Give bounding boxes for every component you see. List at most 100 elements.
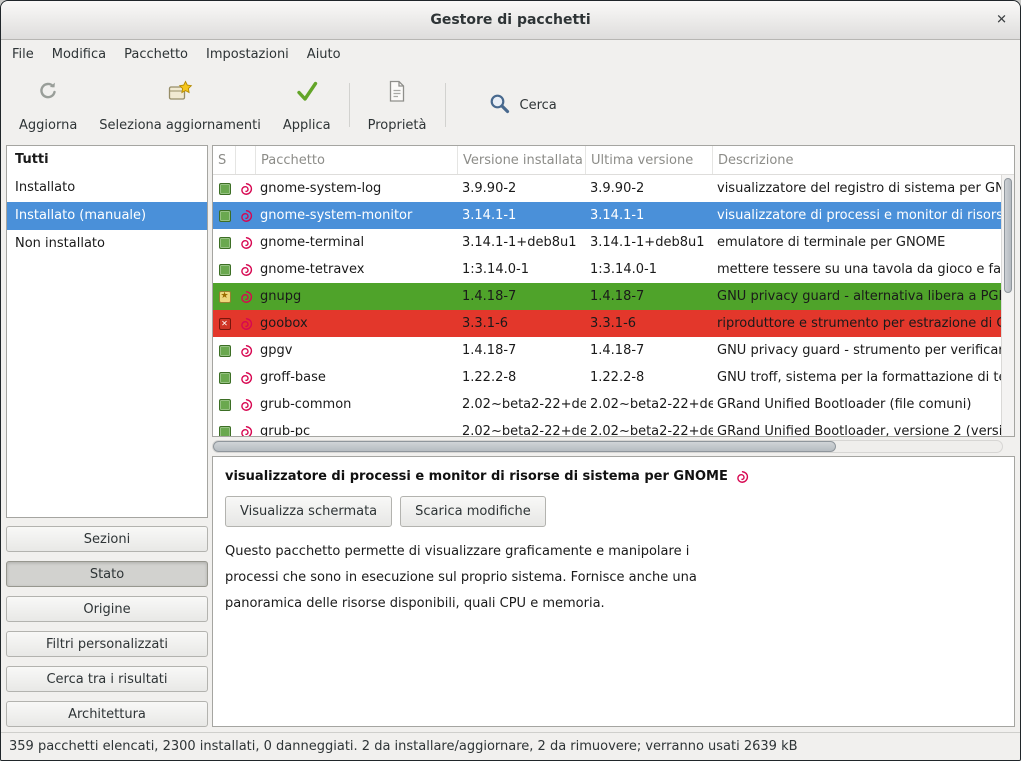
supported-cell <box>236 391 256 418</box>
toolbar-separator <box>349 83 350 127</box>
supported-cell <box>236 283 256 310</box>
filter-item-installato[interactable]: Installato <box>7 174 207 202</box>
status-cell <box>213 202 236 229</box>
table-row-gnome-system-log[interactable]: gnome-system-log3.9.90-23.9.90-2visualiz… <box>213 175 1001 202</box>
horizontal-scrollbar-thumb[interactable] <box>213 441 836 452</box>
table-row-gnupg[interactable]: gnupg1.4.18-71.4.18-7GNU privacy guard -… <box>213 283 1001 310</box>
supported-cell <box>236 337 256 364</box>
horizontal-scrollbar[interactable] <box>212 440 1003 453</box>
status-installed-icon <box>219 237 231 249</box>
status-cell <box>213 310 236 337</box>
installed-version: 1.22.2-8 <box>458 364 586 391</box>
details-button-scarica-modifiche[interactable]: Scarica modifiche <box>400 496 546 527</box>
toolbar-button-aggiorna[interactable]: Aggiorna <box>9 75 87 135</box>
package-description: GNU troff, sistema per la formattazione … <box>713 364 1001 391</box>
status-cell <box>213 283 236 310</box>
vertical-scrollbar-thumb[interactable] <box>1004 178 1012 293</box>
table-row-groff-base[interactable]: groff-base1.22.2-81.22.2-8GNU troff, sis… <box>213 364 1001 391</box>
supported-cell <box>236 418 256 436</box>
latest-version: 3.14.1-1 <box>586 202 713 229</box>
content-area: TuttiInstallatoInstallato (manuale)Non i… <box>1 140 1020 732</box>
synaptic-window: Gestore di pacchetti ✕ FileModificaPacch… <box>0 0 1021 761</box>
toolbar-button-label: Seleziona aggiornamenti <box>99 118 261 133</box>
installed-version: 2.02~beta2-22+deb8u1 <box>458 418 586 436</box>
status-cell <box>213 364 236 391</box>
debian-swirl-icon <box>238 236 254 250</box>
toolbar-button-applica[interactable]: Applica <box>273 75 341 135</box>
menu-item-aiuto[interactable]: Aiuto <box>298 40 350 70</box>
column-header-descrizione[interactable]: Descrizione <box>713 146 1014 174</box>
toolbar-button-propriet[interactable]: Proprietà <box>358 75 437 135</box>
table-row-goobox[interactable]: goobox3.3.1-63.3.1-6riproduttore e strum… <box>213 310 1001 337</box>
table-row-gnome-tetravex[interactable]: gnome-tetravex1:3.14.0-11:3.14.0-1metter… <box>213 256 1001 283</box>
close-icon[interactable]: ✕ <box>996 13 1007 28</box>
menu-item-modifica[interactable]: Modifica <box>43 40 115 70</box>
debian-swirl-icon <box>734 470 750 484</box>
installed-version: 3.9.90-2 <box>458 175 586 202</box>
column-header-s[interactable]: S <box>213 146 236 174</box>
sidebar-button-origine[interactable]: Origine <box>6 596 208 622</box>
debian-swirl-icon <box>238 182 254 196</box>
details-description: Questo pacchetto permette di visualizzar… <box>225 539 1002 617</box>
column-header-supported[interactable] <box>236 146 256 174</box>
sidebar-view-buttons: Sezioni Stato Origine Filtri personalizzati… <box>6 526 208 727</box>
debian-swirl-icon <box>238 398 254 412</box>
filter-item-non-installato[interactable]: Non installato <box>7 230 207 258</box>
select-upgrades-icon <box>167 77 193 105</box>
titlebar[interactable]: Gestore di pacchetti ✕ <box>1 1 1020 40</box>
status-installed-icon <box>219 210 231 222</box>
status-marked-removal-icon <box>219 318 231 330</box>
supported-cell <box>236 175 256 202</box>
table-row-grub-common[interactable]: grub-common2.02~beta2-22+deb8u12.02~beta… <box>213 391 1001 418</box>
package-description: emulatore di terminale per GNOME <box>713 229 1001 256</box>
column-header-versione-installata[interactable]: Versione installata <box>458 146 586 174</box>
details-button-visualizza-schermata[interactable]: Visualizza schermata <box>225 496 392 527</box>
supported-cell <box>236 202 256 229</box>
filter-item-installato-manuale[interactable]: Installato (manuale) <box>7 202 207 230</box>
status-cell <box>213 391 236 418</box>
menu-item-file[interactable]: File <box>3 40 43 70</box>
status-cell <box>213 175 236 202</box>
package-name: gnome-system-log <box>256 175 458 202</box>
statusbar: 359 pacchetti elencati, 2300 installati,… <box>1 732 1020 760</box>
table-row-grub-pc[interactable]: grub-pc2.02~beta2-22+deb8u12.02~beta2-22… <box>213 418 1001 436</box>
status-installed-icon <box>219 183 231 195</box>
column-header-pacchetto[interactable]: Pacchetto <box>256 146 458 174</box>
menu-item-pacchetto[interactable]: Pacchetto <box>115 40 197 70</box>
table-row-gpgv[interactable]: gpgv1.4.18-71.4.18-7GNU privacy guard - … <box>213 337 1001 364</box>
table-row-gnome-system-monitor[interactable]: gnome-system-monitor3.14.1-13.14.1-1visu… <box>213 202 1001 229</box>
sidebar-button-filtri-personalizzati[interactable]: Filtri personalizzati <box>6 631 208 657</box>
column-header-ultima-versione[interactable]: Ultima versione <box>586 146 713 174</box>
vertical-scrollbar[interactable] <box>1001 175 1014 436</box>
sidebar-button-sezioni[interactable]: Sezioni <box>6 526 208 552</box>
apply-check-icon <box>294 77 320 105</box>
package-name: grub-common <box>256 391 458 418</box>
status-installed-icon <box>219 264 231 276</box>
toolbar-button-seleziona-aggiornamenti[interactable]: Seleziona aggiornamenti <box>89 75 271 135</box>
sidebar-button-cerca-tra-i-risultati[interactable]: Cerca tra i risultati <box>6 666 208 692</box>
package-description: GRand Unified Bootloader (file comuni) <box>713 391 1001 418</box>
supported-cell <box>236 364 256 391</box>
sidebar-button-architettura[interactable]: Architettura <box>6 701 208 727</box>
package-name: gnome-tetravex <box>256 256 458 283</box>
menu-item-impostazioni[interactable]: Impostazioni <box>197 40 298 70</box>
sidebar-button-stato[interactable]: Stato <box>6 561 208 587</box>
package-description: mettere tessere su una tavola da gioco e… <box>713 256 1001 283</box>
installed-version: 2.02~beta2-22+deb8u1 <box>458 391 586 418</box>
table-row-gnome-terminal[interactable]: gnome-terminal3.14.1-1+deb8u13.14.1-1+de… <box>213 229 1001 256</box>
filter-item-tutti[interactable]: Tutti <box>7 146 207 174</box>
search-button[interactable]: Cerca <box>474 84 571 127</box>
latest-version: 1.22.2-8 <box>586 364 713 391</box>
package-name: gnome-system-monitor <box>256 202 458 229</box>
details-title: visualizzatore di processi e monitor di … <box>225 469 728 484</box>
statusbar-text: 359 pacchetti elencati, 2300 installati,… <box>9 739 798 754</box>
sidebar: TuttiInstallatoInstallato (manuale)Non i… <box>6 145 208 727</box>
debian-swirl-icon <box>238 371 254 385</box>
debian-swirl-icon <box>238 425 254 437</box>
status-filter-list: TuttiInstallatoInstallato (manuale)Non i… <box>6 145 208 518</box>
package-name: gpgv <box>256 337 458 364</box>
toolbar: Aggiorna Seleziona aggiornamenti Applica Pr… <box>1 70 1020 140</box>
installed-version: 3.3.1-6 <box>458 310 586 337</box>
status-installed-icon <box>219 426 231 437</box>
status-cell <box>213 418 236 436</box>
